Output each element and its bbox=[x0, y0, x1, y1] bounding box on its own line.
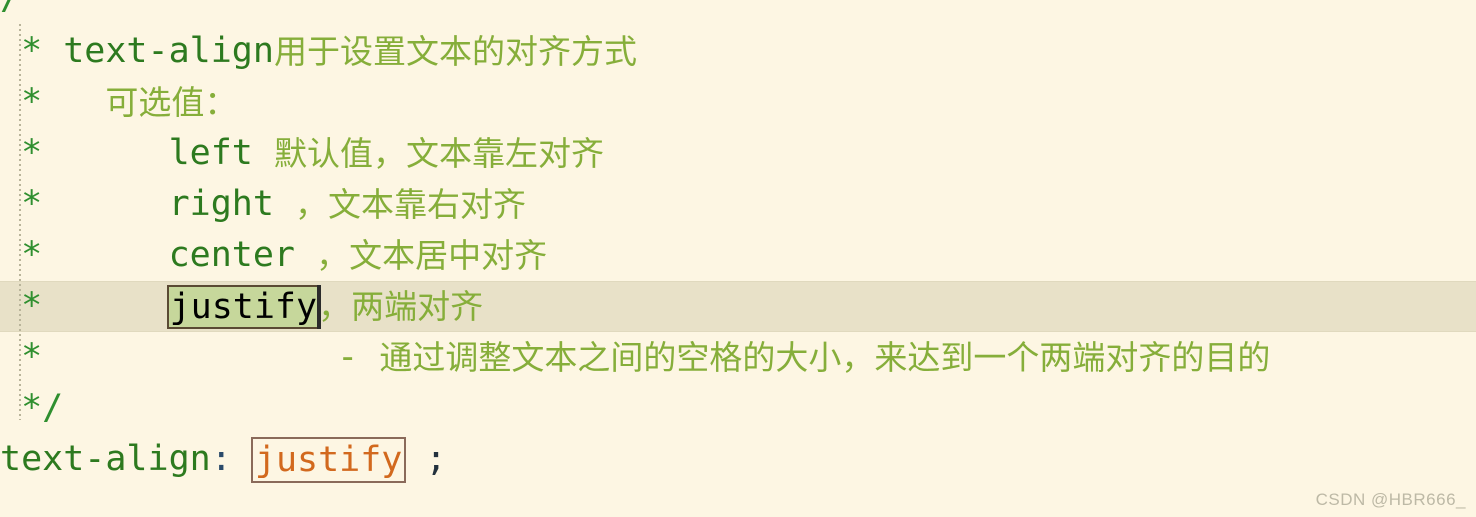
comment-cjk-text: 通过调整文本之间的空格的大小，来达到一个两端对齐的目的 bbox=[379, 338, 1271, 377]
code-line-left[interactable]: * left 默认值，文本靠左对齐 bbox=[0, 128, 1476, 179]
occurrence-highlight-justify[interactable]: justify bbox=[166, 284, 322, 329]
comment-cjk-text: ，文本居中对齐 bbox=[316, 236, 548, 275]
comment-code-text: text-align bbox=[63, 31, 274, 71]
code-line-title[interactable]: * text-align 用于设置文本的对齐方式 bbox=[0, 26, 1476, 77]
comment-star-token: * bbox=[0, 82, 106, 122]
code-line-declaration[interactable]: text-align: justify ; bbox=[0, 434, 1476, 485]
code-line-right[interactable]: * right ，文本靠右对齐 bbox=[0, 179, 1476, 230]
comment-star-token: * bbox=[0, 133, 169, 173]
comment-star-token: * bbox=[0, 184, 169, 224]
comment-star-token: * bbox=[0, 31, 64, 71]
code-line-center[interactable]: * center ，文本居中对齐 bbox=[0, 230, 1476, 281]
code-line-justify-active[interactable]: * justify ，两端对齐 bbox=[0, 281, 1476, 332]
code-editor[interactable]: /* * text-align用于设置文本的对齐方式 * 可选值： * left… bbox=[0, 0, 1476, 517]
text-caret bbox=[317, 284, 322, 329]
comment-cjk-text: ，文本靠右对齐 bbox=[295, 185, 527, 224]
comment-star-token: * bbox=[0, 286, 169, 326]
code-line-close-comment[interactable]: */ bbox=[0, 383, 1476, 434]
occurrence-text: justify bbox=[169, 286, 318, 327]
comment-cjk-text: ，两端对齐 bbox=[318, 287, 484, 326]
comment-value-center: center bbox=[168, 235, 317, 275]
code-line-open-comment[interactable]: /* bbox=[0, 0, 1476, 24]
comment-open-token: /* bbox=[0, 0, 42, 24]
comment-cjk-text: 可选值： bbox=[105, 83, 238, 122]
comment-cjk-text: 默认值，文本靠左对齐 bbox=[273, 134, 604, 173]
code-line-options-label[interactable]: * 可选值： bbox=[0, 77, 1476, 128]
css-value-justify-box[interactable]: justify bbox=[250, 436, 407, 483]
css-colon: : bbox=[210, 439, 253, 479]
comment-star-token: * bbox=[0, 337, 338, 377]
indent-guide bbox=[19, 24, 21, 420]
comment-value-right: right bbox=[168, 184, 296, 224]
comment-value-left: left bbox=[168, 133, 274, 173]
code-line-justify-detail[interactable]: * - 通过调整文本之间的空格的大小，来达到一个两端对齐的目的 bbox=[0, 332, 1476, 383]
css-property-name: text-align bbox=[0, 439, 211, 479]
css-value-text: justify bbox=[254, 439, 403, 480]
comment-close-token: */ bbox=[0, 388, 64, 428]
css-semicolon: ; bbox=[404, 439, 447, 479]
comment-dash-token: - bbox=[337, 337, 380, 377]
comment-star-token: * bbox=[0, 235, 169, 275]
comment-cjk-text: 用于设置文本的对齐方式 bbox=[273, 32, 637, 71]
watermark: CSDN @HBR666_ bbox=[1315, 490, 1466, 509]
